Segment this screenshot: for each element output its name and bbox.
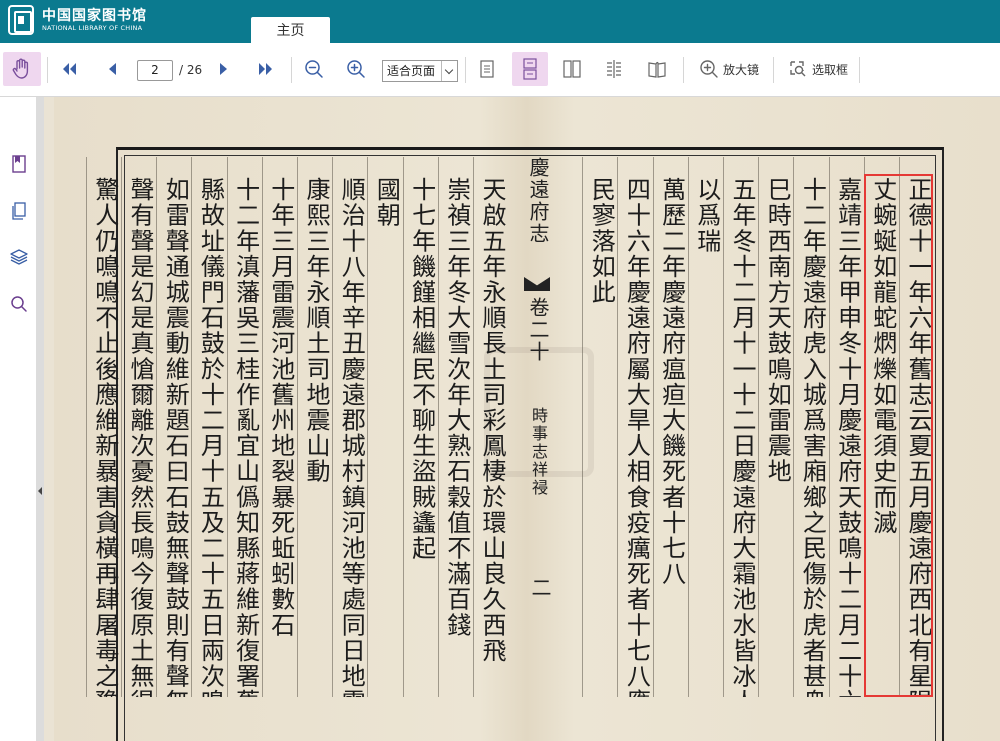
text-column: 民寥落如此 xyxy=(587,177,616,305)
zoom-out-icon xyxy=(305,60,323,78)
document-viewport[interactable]: 正德十一年六年舊志云夏五月慶遠府西北有星隕長五六 丈蜿蜒如龍蛇熌爍如電須史而滅 嘉靖… xyxy=(44,97,1000,741)
layers-icon xyxy=(10,249,28,265)
text-column: 國朝 xyxy=(372,177,401,229)
layers-button[interactable] xyxy=(7,245,31,269)
two-page-continuous-button[interactable] xyxy=(603,52,625,86)
single-page-icon xyxy=(480,60,494,78)
sidebar-collapse-handle[interactable] xyxy=(37,97,44,741)
two-page-continuous-icon xyxy=(607,60,621,78)
center-volume: 卷二十 xyxy=(526,297,550,363)
pages-icon xyxy=(12,202,26,220)
double-right-icon xyxy=(259,63,272,75)
text-column: 崇禎三年冬大雪次年大熟石穀值不滿百錢 xyxy=(442,177,471,638)
text-column: 巳時西南方天鼓鳴如雷震地 xyxy=(763,177,792,485)
selection-box-button[interactable]: 选取框 xyxy=(782,52,854,86)
text-column: 嘉靖三年甲申冬十月慶遠府天鼓鳴十二月二十六日 xyxy=(833,177,862,697)
text-column: 聲有聲是幻是真愴爾離次憂然長鳴今復原土無得 xyxy=(126,177,154,697)
text-column: 萬歷二年慶遠府瘟疸大饑死者十七八 xyxy=(657,177,686,587)
bookmark-icon xyxy=(12,155,26,173)
magnifier-label: 放大镜 xyxy=(722,62,759,77)
column-rule xyxy=(582,157,584,697)
magnifier-button[interactable]: 放大镜 xyxy=(693,52,765,86)
continuous-page-icon xyxy=(523,58,537,80)
scanned-page: 正德十一年六年舊志云夏五月慶遠府西北有星隕長五六 丈蜿蜒如龍蛇熌爍如電須史而滅 嘉靖… xyxy=(54,97,1000,741)
text-column: 縣故址儀門石鼓於十二月十五及二十五日兩次鳴 xyxy=(196,177,225,697)
text-column: 十七年饑饉相繼民不聊生盜賊蠭起 xyxy=(407,177,436,561)
text-column: 十年三月雷震河池舊州地裂暴死蚯蚓數石 xyxy=(266,177,295,638)
single-page-view-button[interactable] xyxy=(476,52,498,86)
book-view-button[interactable] xyxy=(645,52,669,86)
zoom-out-button[interactable] xyxy=(302,52,326,86)
next-page-button[interactable] xyxy=(212,52,236,86)
two-page-view-button[interactable] xyxy=(560,52,584,86)
center-page-number: 二 xyxy=(528,577,552,599)
library-logo[interactable]: 中国国家图书馆 NATIONAL LIBRARY OF CHINA xyxy=(8,5,147,35)
two-page-icon xyxy=(563,60,581,78)
selection-box-icon xyxy=(790,61,806,77)
app-header: 中国国家图书馆 NATIONAL LIBRARY OF CHINA 主页 xyxy=(0,0,1000,43)
hand-icon xyxy=(12,58,29,79)
zoom-in-icon xyxy=(347,60,365,78)
text-column: 如雷聲通城震動維新題石曰石鼓無聲鼓則有聲無 xyxy=(161,177,190,697)
fishtail-mark xyxy=(524,277,550,291)
zoom-mode-select[interactable]: 适合页面 xyxy=(382,60,458,82)
bookmark-button[interactable] xyxy=(7,152,31,176)
chevron-right-icon xyxy=(220,63,227,75)
left-sidebar xyxy=(0,97,37,741)
library-logo-icon xyxy=(8,5,34,35)
page-total: / 26 xyxy=(179,63,203,77)
text-column: 順治十八年辛丑慶遠郡城村鎮河池等處同日地震 xyxy=(337,177,366,697)
double-left-icon xyxy=(63,63,76,75)
continuous-view-button[interactable] xyxy=(512,52,548,86)
text-column: 驚人仍鳴鳴不止後應維新暴害貪橫再肆屠毒之豫 xyxy=(90,177,119,697)
text-column: 以爲瑞 xyxy=(692,177,721,254)
last-page-button[interactable] xyxy=(253,52,279,86)
column-rule xyxy=(85,157,87,697)
text-column: 五年冬十二月十一十二日慶遠府大霜池水皆冰人 xyxy=(728,177,756,697)
zoom-mode-value: 适合页面 xyxy=(387,64,436,78)
viewer-toolbar: 2 / 26 适合页面 放大镜 选取框 xyxy=(0,43,1000,97)
book-icon xyxy=(648,61,666,78)
text-column: 四十六年慶遠府屬大旱人相食疫癘死者十七八應 xyxy=(622,177,651,697)
tab-home[interactable]: 主页 xyxy=(251,17,330,43)
prev-page-button[interactable] xyxy=(100,52,124,86)
center-fold-strip: 慶遠府志 卷二十 時事志祥祲 二 xyxy=(516,157,556,697)
collapse-arrow-icon xyxy=(38,487,42,495)
center-title: 慶遠府志 xyxy=(526,157,550,245)
selection-box-label: 选取框 xyxy=(811,62,848,77)
pages-button[interactable] xyxy=(7,199,31,223)
logo-en-text: NATIONAL LIBRARY OF CHINA xyxy=(42,23,143,32)
text-column: 康熙三年永順土司地震山動 xyxy=(302,177,330,485)
text-column: 十二年滇藩吳三桂作亂宜山僞知縣蔣維新復署舊 xyxy=(231,177,260,697)
magnifier-icon xyxy=(700,60,718,78)
text-column: 天啟五年永順長土司彩鳳棲於環山良久西飛 xyxy=(478,177,506,664)
logo-cn-text: 中国国家图书馆 xyxy=(42,7,147,24)
chevron-down-icon xyxy=(441,61,457,81)
page-number-input[interactable]: 2 xyxy=(137,60,173,81)
search-button[interactable] xyxy=(7,292,31,316)
chevron-left-icon xyxy=(109,63,116,75)
first-page-button[interactable] xyxy=(56,52,82,86)
center-section: 時事志祥祲 xyxy=(529,407,548,497)
selection-highlight-box xyxy=(864,174,933,697)
text-column: 十二年慶遠府虎入城爲害廂鄉之民傷於虎者甚衆 xyxy=(798,177,827,697)
search-icon xyxy=(11,296,27,312)
hand-tool-button[interactable] xyxy=(3,52,41,86)
zoom-in-button[interactable] xyxy=(344,52,368,86)
